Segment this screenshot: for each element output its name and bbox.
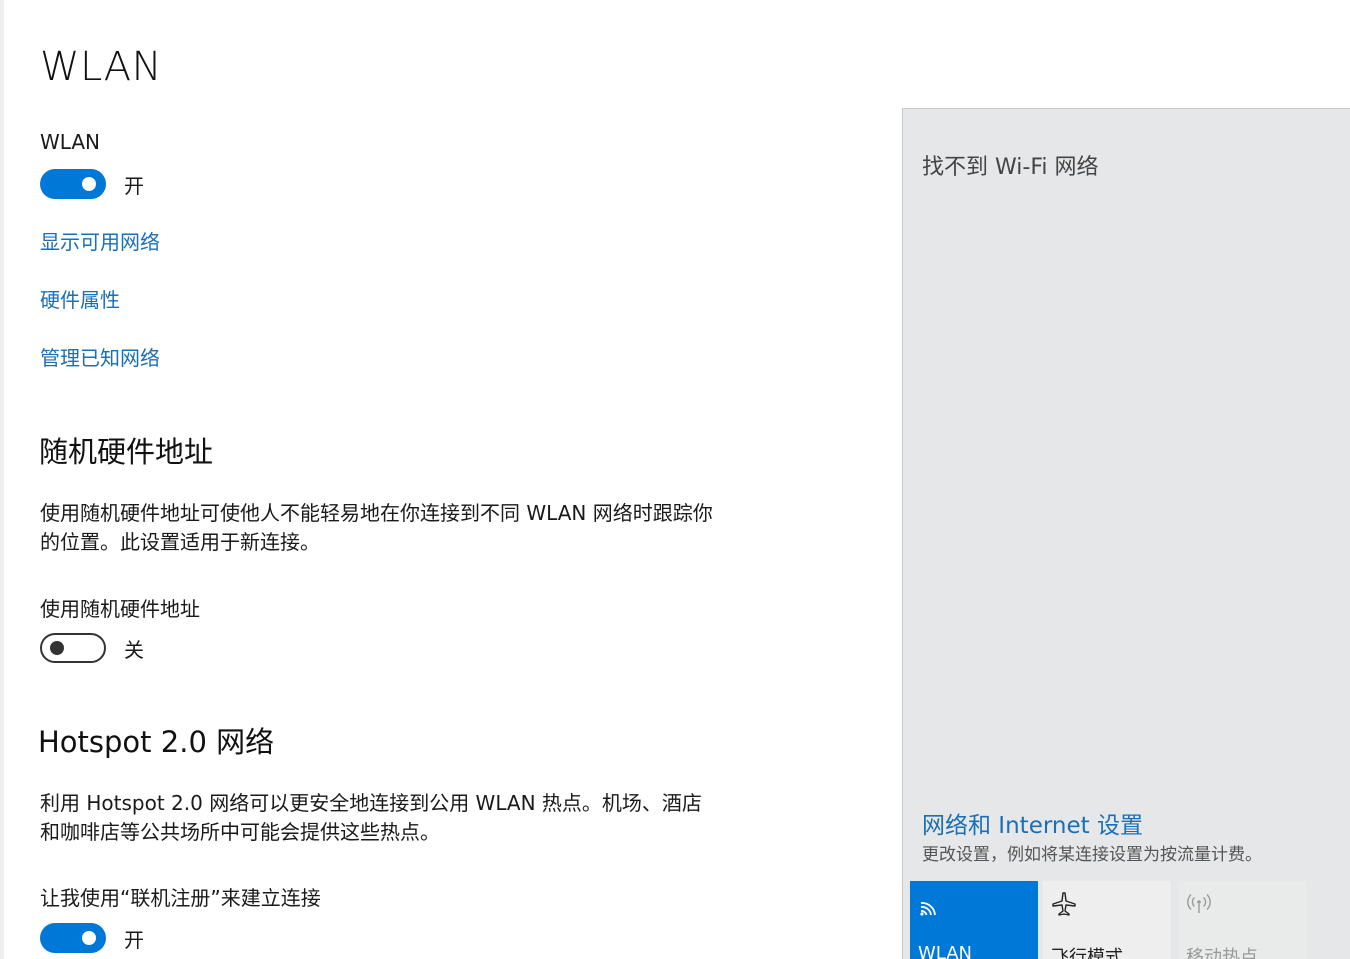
random-mac-heading: 随机硬件地址: [39, 435, 214, 469]
network-settings-description: 更改设置，例如将某连接设置为按流量计费。: [922, 845, 1262, 865]
online-signup-toggle-row: 开: [40, 923, 144, 953]
wlan-toggle-label: WLAN: [40, 130, 101, 154]
network-internet-settings-link[interactable]: 网络和 Internet 设置: [922, 806, 1143, 840]
toggle-knob: [82, 931, 96, 945]
wlan-toggle-state: 开: [124, 173, 144, 198]
random-mac-toggle-row: 关: [40, 633, 144, 663]
toggle-knob: [82, 177, 96, 191]
random-mac-toggle[interactable]: [40, 633, 106, 663]
hardware-properties-link[interactable]: 硬件属性: [40, 284, 120, 313]
window-left-edge: [0, 0, 4, 959]
network-flyout: 找不到 Wi-Fi 网络 网络和 Internet 设置 更改设置，例如将某连接…: [902, 108, 1350, 959]
mobile-hotspot-tile-label: 移动热点: [1186, 947, 1258, 959]
no-wifi-message: 找不到 Wi-Fi 网络: [922, 155, 1099, 180]
random-mac-description: 使用随机硬件地址可使他人不能轻易地在你连接到不同 WLAN 网络时跟踪你的位置。…: [40, 501, 713, 554]
random-mac-toggle-state: 关: [124, 637, 144, 662]
online-signup-toggle[interactable]: [40, 923, 106, 953]
wlan-tile-label: WLAN: [918, 943, 973, 959]
manage-known-networks-link[interactable]: 管理已知网络: [40, 342, 160, 371]
airplane-mode-quick-action-tile[interactable]: 飞行模式: [1043, 881, 1171, 959]
wifi-icon: [920, 902, 936, 916]
online-signup-toggle-state: 开: [124, 927, 144, 952]
page-title: WLAN: [40, 44, 163, 90]
wlan-quick-action-tile[interactable]: WLAN: [910, 881, 1038, 959]
hotspot20-description: 利用 Hotspot 2.0 网络可以更安全地连接到公用 WLAN 热点。机场、…: [40, 791, 702, 844]
toggle-knob: [50, 641, 64, 655]
wlan-toggle-row: 开: [40, 169, 144, 199]
settings-window: WLAN WLAN 开 显示可用网络 硬件属性 管理已知网络 随机硬件地址 使用…: [0, 0, 1350, 959]
wlan-toggle[interactable]: [40, 169, 106, 199]
mobile-hotspot-quick-action-tile[interactable]: 移动热点: [1178, 881, 1306, 959]
airplane-icon: [1052, 892, 1076, 916]
random-mac-toggle-label: 使用随机硬件地址: [40, 597, 200, 621]
airplane-mode-tile-label: 飞行模式: [1051, 947, 1123, 959]
online-signup-toggle-label: 让我使用“联机注册”来建立连接: [40, 886, 321, 910]
show-available-networks-link[interactable]: 显示可用网络: [40, 226, 160, 255]
hotspot-icon: [1187, 894, 1211, 913]
hotspot20-heading: Hotspot 2.0 网络: [38, 725, 275, 759]
